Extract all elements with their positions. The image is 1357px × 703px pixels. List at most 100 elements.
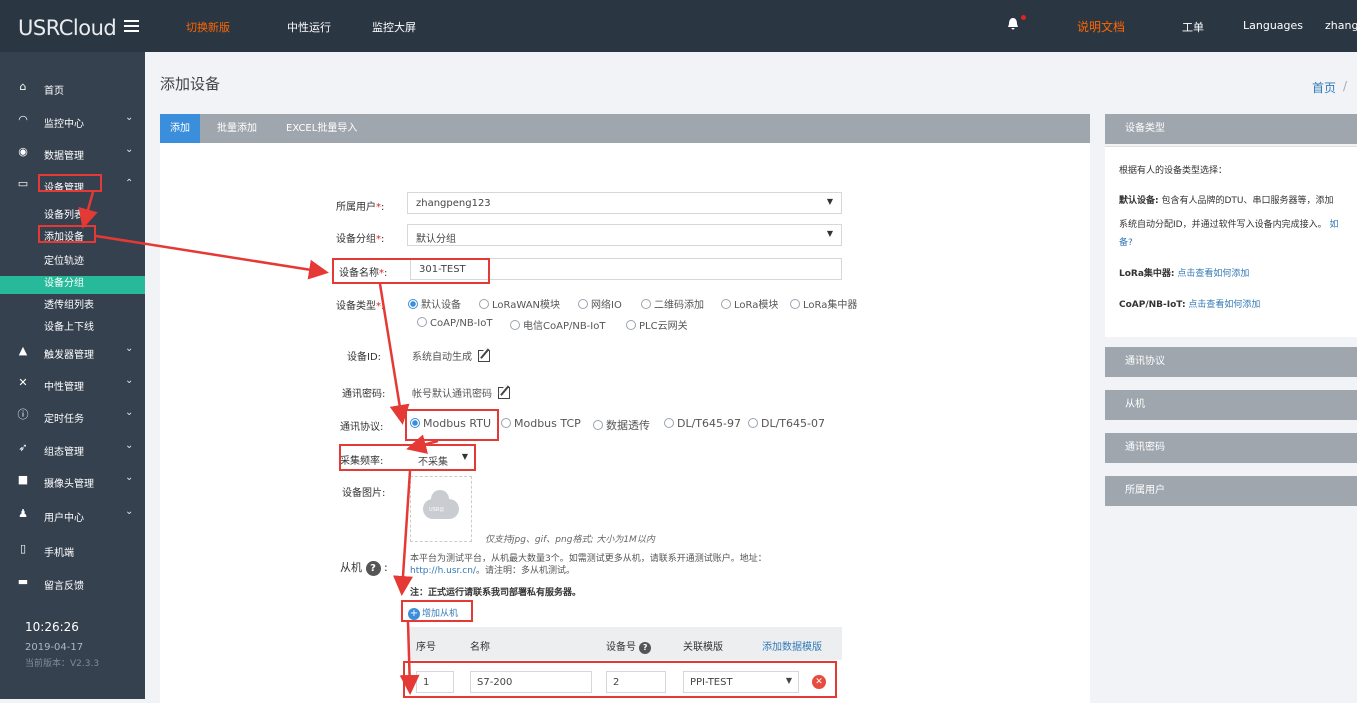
chevron-down-icon: ⌄ xyxy=(125,144,134,155)
hamburger-icon[interactable] xyxy=(124,20,139,32)
monitor-icon: ▭ xyxy=(17,177,29,190)
type-radio-default[interactable]: 默认设备 xyxy=(408,296,461,311)
accordion-slave[interactable]: 从机 xyxy=(1105,390,1357,420)
sidebar-sub-device-list[interactable]: 设备列表 xyxy=(44,206,84,221)
chevron-down-icon: ⌄ xyxy=(125,506,134,517)
type-radio-lora-module[interactable]: LoRa模块 xyxy=(721,296,778,311)
chevron-down-icon: ⌄ xyxy=(125,343,134,354)
accordion-protocol[interactable]: 通讯协议 xyxy=(1105,347,1357,377)
slave-note-link[interactable]: http://h.usr.cn/ xyxy=(410,566,476,576)
type-radio-lora-concentrator[interactable]: LoRa集中器 xyxy=(790,296,857,311)
wrench-icon: ✕ xyxy=(18,376,28,389)
col-template: 关联模版 xyxy=(683,642,723,653)
sidebar-item-triggers[interactable]: ▲ 触发器管理 ⌄ xyxy=(0,342,145,362)
sidebar-sub-online-offline[interactable]: 设备上下线 xyxy=(44,318,94,333)
lora-link[interactable]: 点击查看如何添加 xyxy=(1177,269,1249,279)
default-device-line-3[interactable]: 备? xyxy=(1119,235,1133,248)
sidebar-item-monitor[interactable]: ◠ 监控中心 ⌄ xyxy=(0,111,145,131)
send-icon: ➶ xyxy=(18,441,28,454)
protocol-radio-transparent[interactable]: 数据透传 xyxy=(593,417,650,433)
logo[interactable]: USRCloud xyxy=(18,16,117,40)
breadcrumb-separator: / xyxy=(1343,79,1348,93)
target-icon: ◉ xyxy=(18,145,28,158)
notification-dot xyxy=(1021,15,1026,20)
sidebar-item-timer[interactable]: ⓘ 定时任务 ⌄ xyxy=(0,406,145,426)
type-radio-qrcode[interactable]: 二维码添加 xyxy=(641,296,704,311)
caret-down-icon: ▼ xyxy=(826,197,833,206)
sidebar-sub-device-group[interactable]: 设备分组 xyxy=(44,274,84,289)
nav-monitor-screen[interactable]: 监控大屏 xyxy=(372,19,416,35)
sidebar-item-home[interactable]: ⌂ 首页 xyxy=(0,78,145,98)
image-upload[interactable]: USR云 xyxy=(410,476,472,542)
sidebar-sub-transparent-group[interactable]: 透传组列表 xyxy=(44,296,94,311)
lora-line: LoRa集中器: 点击查看如何添加 xyxy=(1119,269,1250,279)
sidebar-item-feedback[interactable]: ▬ 留言反馈 xyxy=(0,573,145,593)
group-select[interactable]: 默认分组 ▼ xyxy=(407,224,842,246)
edit-icon[interactable] xyxy=(478,350,490,362)
protocol-label: 通讯协议: xyxy=(340,422,384,433)
help-icon[interactable]: ? xyxy=(365,561,381,576)
bell-icon[interactable] xyxy=(1007,17,1019,31)
type-radio-telecom-coap[interactable]: 电信CoAP/NB-IoT xyxy=(510,317,605,332)
protocol-radio-dlt645-07[interactable]: DL/T645-07 xyxy=(748,417,825,430)
sidebar-item-config[interactable]: ➶ 组态管理 ⌄ xyxy=(0,439,145,459)
sidebar-item-users[interactable]: ♟ 用户中心 ⌄ xyxy=(0,505,145,525)
col-index: 序号 xyxy=(416,642,436,653)
type-radio-network-io[interactable]: 网络IO xyxy=(578,296,622,311)
sidebar-item-camera[interactable]: ■ 摄像头管理 ⌄ xyxy=(0,471,145,491)
cloud-upload-icon: USR云 xyxy=(423,490,459,519)
mobile-icon: ▯ xyxy=(19,542,27,555)
sidebar-item-mobile[interactable]: ▯ 手机端 xyxy=(0,540,145,560)
slave-label: 从机 ? : xyxy=(340,561,388,576)
sidebar-item-neutral[interactable]: ✕ 中性管理 ⌄ xyxy=(0,374,145,394)
clock-time: 10:26:26 xyxy=(25,620,79,634)
slave-table-header: 序号 名称 设备号 ? 关联模版 添加数据模版 xyxy=(408,627,842,660)
version-label: 当前版本：V2.3.3 xyxy=(25,659,100,669)
type-radio-coap[interactable]: CoAP/NB-IoT xyxy=(417,317,492,329)
nav-docs[interactable]: 说明文档 xyxy=(1077,18,1125,35)
tab-bar: 添加 批量添加 EXCEL批量导入 xyxy=(160,114,1090,143)
clock-icon: ⓘ xyxy=(17,408,29,421)
chevron-down-icon: ⌄ xyxy=(125,472,134,483)
nav-switch-new[interactable]: 切换新版 xyxy=(186,19,230,35)
chevron-up-icon: ⌃ xyxy=(125,178,134,189)
sidebar-sub-location[interactable]: 定位轨迹 xyxy=(44,252,84,267)
add-template-link[interactable]: 添加数据模版 xyxy=(762,638,822,653)
nav-languages[interactable]: Languages xyxy=(1243,19,1303,32)
chevron-down-icon: ⌄ xyxy=(125,375,134,386)
highlight-modbus-rtu xyxy=(405,409,499,441)
tab-add[interactable]: 添加 xyxy=(160,114,200,143)
type-radio-plc[interactable]: PLC云网关 xyxy=(626,317,688,332)
chevron-down-icon: ⌄ xyxy=(125,440,134,451)
page-title: 添加设备 xyxy=(160,75,221,93)
type-label: 设备类型*: xyxy=(336,301,385,312)
password-value: 帐号默认通讯密码 xyxy=(412,385,510,400)
sidebar-item-data[interactable]: ◉ 数据管理 ⌄ xyxy=(0,143,145,163)
nav-user[interactable]: zhang xyxy=(1325,19,1357,32)
slave-note-3: 注：正式运行请联系我司部署私有服务器。 xyxy=(410,588,582,598)
comment-icon: ▬ xyxy=(17,575,29,588)
chevron-down-icon: ⌄ xyxy=(125,112,134,123)
group-label: 设备分组*: xyxy=(336,234,385,245)
device-id-value: 系统自动生成 xyxy=(412,348,490,363)
gauge-icon: ◠ xyxy=(18,113,28,126)
accordion-password[interactable]: 通讯密码 xyxy=(1105,433,1357,463)
type-radio-lorawan[interactable]: LoRaWAN模块 xyxy=(479,296,560,311)
highlight-slave-row xyxy=(403,661,837,698)
home-icon: ⌂ xyxy=(19,80,27,93)
protocol-radio-modbus-tcp[interactable]: Modbus TCP xyxy=(501,417,581,430)
protocol-radio-dlt645-97[interactable]: DL/T645-97 xyxy=(664,417,741,430)
device-type-intro: 根据有人的设备类型选择： xyxy=(1119,166,1228,176)
coap-link[interactable]: 点击查看如何添加 xyxy=(1188,300,1260,310)
help-icon[interactable]: ? xyxy=(639,642,652,654)
device-type-panel-header[interactable]: 设备类型 xyxy=(1105,114,1357,144)
image-label: 设备图片: xyxy=(342,488,386,499)
breadcrumb-home[interactable]: 首页 xyxy=(1312,79,1336,96)
tab-excel-import[interactable]: EXCEL批量导入 xyxy=(276,114,367,143)
owner-select[interactable]: zhangpeng123 ▼ xyxy=(407,192,842,214)
edit-icon[interactable] xyxy=(498,387,510,399)
nav-neutral-run[interactable]: 中性运行 xyxy=(287,19,331,35)
tab-batch-add[interactable]: 批量添加 xyxy=(207,114,267,143)
accordion-owner[interactable]: 所属用户 xyxy=(1105,476,1357,506)
nav-ticket[interactable]: 工单 xyxy=(1182,19,1204,35)
